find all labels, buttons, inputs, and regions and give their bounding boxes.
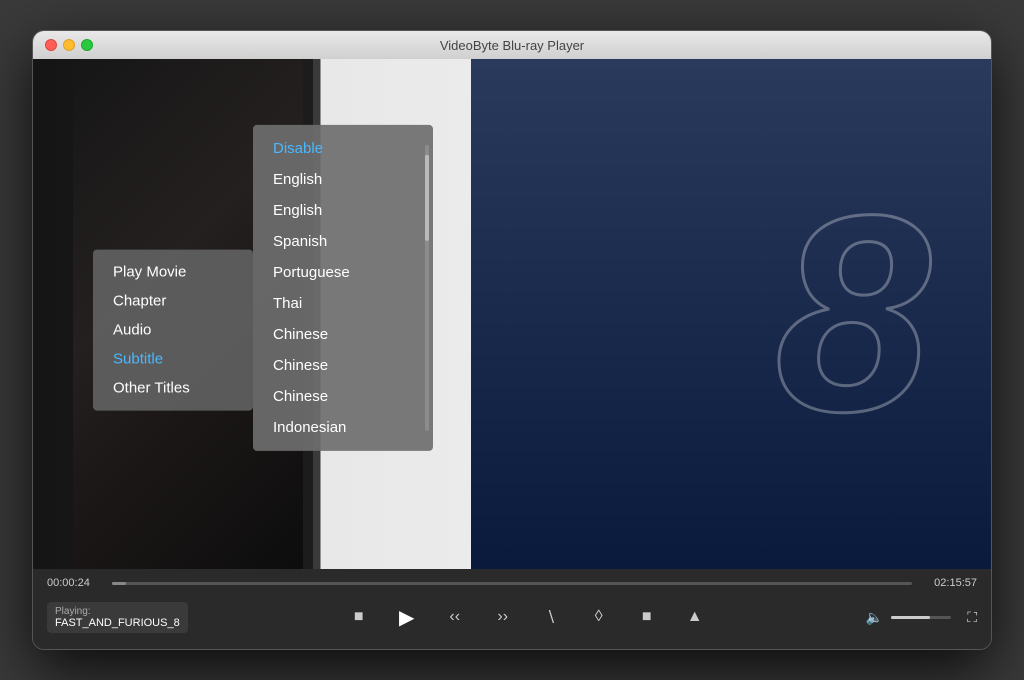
video-area: 8 Play Movie Chapter Audio Subtitle Othe… [33,59,991,569]
close-button[interactable] [45,39,57,51]
progress-track[interactable] [112,582,912,585]
folder-button[interactable]: ■ [633,603,661,631]
app-window: VideoByte Blu-ray Player 8 Play Movie Ch… [32,30,992,650]
right-controls: 🔈 ⛶ [866,609,977,626]
volume-icon: 🔈 [866,609,883,626]
stop-button[interactable]: ■ [345,603,373,631]
titlebar: VideoByte Blu-ray Player [33,31,991,59]
menu-item-other-titles[interactable]: Other Titles [93,374,253,403]
subtitle-item-chinese-3[interactable]: Chinese [253,381,433,412]
prev-chapter-button[interactable]: ‹‹ [441,603,469,631]
subtitle-submenu: Disable English English Spanish Portugue… [253,125,433,451]
traffic-lights [45,39,93,51]
fullscreen-button[interactable]: ⛶ [967,609,977,626]
control-buttons: ■ ▶ ‹‹ ›› ∖ ◊ ■ ▲ [188,603,866,631]
controls-bottom: Playing: FAST_AND_FURIOUS_8 ■ ▶ ‹‹ ›› ∖ … [33,593,991,641]
submenu-scrollbar[interactable] [425,145,429,431]
subtitle-item-chinese-2[interactable]: Chinese [253,350,433,381]
controls-bar: 00:00:24 02:15:57 Playing: FAST_AND_FURI… [33,569,991,649]
playing-title: FAST_AND_FURIOUS_8 [55,617,180,629]
subtitle-item-english-2[interactable]: English [253,195,433,226]
window-title: VideoByte Blu-ray Player [440,38,584,53]
main-context-menu: Play Movie Chapter Audio Subtitle Other … [93,250,253,411]
playing-info: Playing: FAST_AND_FURIOUS_8 [47,602,188,633]
playing-label: Playing: [55,606,180,617]
menu-item-subtitle[interactable]: Subtitle [93,345,253,374]
volume-fill [891,616,930,619]
submenu-scrollbar-thumb [425,155,429,241]
subtitle-item-portuguese[interactable]: Portuguese [253,257,433,288]
maximize-button[interactable] [81,39,93,51]
volume-track[interactable] [891,616,951,619]
play-button[interactable]: ▶ [393,603,421,631]
menu-item-chapter[interactable]: Chapter [93,287,253,316]
subtitle-item-indonesian[interactable]: Indonesian [253,412,433,443]
minimize-button[interactable] [63,39,75,51]
grid-view-button[interactable]: ∖ [537,603,565,631]
subtitle-item-spanish[interactable]: Spanish [253,226,433,257]
subtitle-item-thai[interactable]: Thai [253,288,433,319]
menu-item-audio[interactable]: Audio [93,316,253,345]
screenshot-button[interactable]: ◊ [585,603,613,631]
subtitle-item-disable[interactable]: Disable [253,133,433,164]
time-total: 02:15:57 [922,577,977,589]
progress-bar-area: 00:00:24 02:15:57 [33,569,991,593]
movie-number: 8 [775,174,931,454]
menu-item-play-movie[interactable]: Play Movie [93,258,253,287]
next-chapter-button[interactable]: ›› [489,603,517,631]
eject-button[interactable]: ▲ [681,603,709,631]
time-current: 00:00:24 [47,577,102,589]
progress-fill [112,582,126,585]
subtitle-item-chinese-1[interactable]: Chinese [253,319,433,350]
subtitle-item-english-1[interactable]: English [253,164,433,195]
